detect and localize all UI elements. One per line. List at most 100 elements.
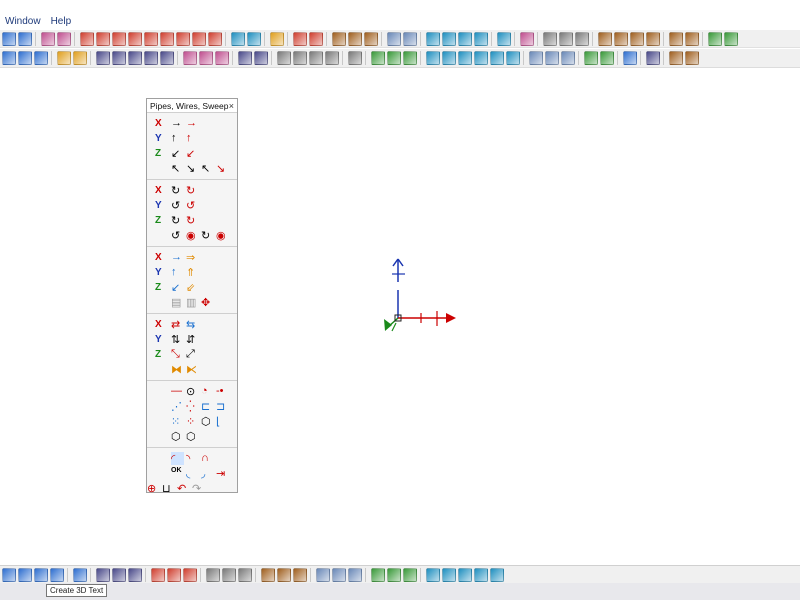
redo-icon[interactable]: ↷	[192, 482, 205, 495]
pipe-a-icon[interactable]: ⊏	[201, 400, 214, 413]
tb2-tool-icon[interactable]	[600, 51, 614, 65]
mirror-a-icon[interactable]: ⧓	[171, 363, 184, 376]
dash-node-icon[interactable]: -•	[216, 385, 229, 398]
undo-icon[interactable]: ↶	[177, 482, 190, 495]
tb1-tool-icon[interactable]	[176, 31, 190, 46]
tb2-tool-icon[interactable]	[371, 51, 385, 65]
tb3-tool-icon[interactable]	[474, 567, 488, 582]
tb3-tool-icon[interactable]	[490, 567, 504, 582]
tb1-tool-icon[interactable]	[160, 31, 174, 46]
tb2-tool-icon[interactable]	[506, 51, 520, 65]
cube-b-icon[interactable]: ⬡	[171, 430, 184, 443]
arrow-up-red-icon[interactable]: ↑	[186, 132, 199, 145]
tb3-tool-icon[interactable]	[206, 567, 220, 582]
tb2-tool-icon[interactable]	[183, 51, 197, 65]
tb3-tool-icon[interactable]	[261, 567, 275, 582]
tb2-tool-icon[interactable]	[325, 51, 339, 65]
tb2-tool-icon[interactable]	[293, 51, 307, 65]
tb2-tool-icon[interactable]	[490, 51, 504, 65]
tb2-tool-icon[interactable]	[646, 51, 660, 65]
tb1-tool-icon[interactable]	[426, 31, 440, 46]
tb3-tool-icon[interactable]	[112, 567, 126, 582]
tb2-tool-icon[interactable]	[458, 51, 472, 65]
zoom-icon[interactable]: ⊕	[147, 482, 160, 495]
close-icon[interactable]: ×	[229, 101, 234, 111]
tb1-tool-icon[interactable]	[708, 31, 722, 46]
tb2-tool-icon[interactable]	[238, 51, 252, 65]
move-diag-icon[interactable]: ↙	[171, 281, 184, 294]
tb1-tool-icon[interactable]	[630, 31, 644, 46]
tb1-tool-icon[interactable]	[2, 31, 16, 46]
panel-title-bar[interactable]: Pipes, Wires, Sweep ×	[147, 99, 237, 113]
tb1-tool-icon[interactable]	[614, 31, 628, 46]
sweep-c-icon[interactable]: ∩	[201, 452, 214, 465]
tb2-tool-icon[interactable]	[57, 51, 71, 65]
scale-z-2-icon[interactable]: ⤢	[186, 348, 199, 361]
tb3-tool-icon[interactable]	[167, 567, 181, 582]
tb2-tool-icon[interactable]	[529, 51, 543, 65]
tb1-tool-icon[interactable]	[458, 31, 472, 46]
tb2-tool-icon[interactable]	[96, 51, 110, 65]
tb1-tool-icon[interactable]	[208, 31, 222, 46]
tb2-tool-icon[interactable]	[309, 51, 323, 65]
tb1-tool-icon[interactable]	[497, 31, 511, 46]
tb1-tool-icon[interactable]	[144, 31, 158, 46]
tb3-tool-icon[interactable]	[18, 567, 32, 582]
tb1-tool-icon[interactable]	[575, 31, 589, 46]
tb1-tool-icon[interactable]	[646, 31, 660, 46]
tb1-tool-icon[interactable]	[112, 31, 126, 46]
sweep-e-icon[interactable]: ◞	[201, 467, 214, 480]
tb2-tool-icon[interactable]	[73, 51, 87, 65]
tb3-tool-icon[interactable]	[332, 567, 346, 582]
tb2-tool-icon[interactable]	[215, 51, 229, 65]
move-up-icon[interactable]: ↑	[171, 266, 184, 279]
arrow-diag-red-icon[interactable]: ↙	[186, 147, 199, 160]
tb2-tool-icon[interactable]	[34, 51, 48, 65]
tb1-tool-icon[interactable]	[231, 31, 245, 46]
dots-a-icon[interactable]: ⋰	[171, 400, 184, 413]
tb3-tool-icon[interactable]	[277, 567, 291, 582]
tb3-tool-icon[interactable]	[458, 567, 472, 582]
tb1-tool-icon[interactable]	[309, 31, 323, 46]
move-a-icon[interactable]: ▤	[171, 296, 184, 309]
sweep-a-icon[interactable]: ◜	[171, 452, 184, 465]
sweep-b-icon[interactable]: ◝	[186, 452, 199, 465]
dots-c-icon[interactable]: ⁙	[171, 415, 184, 428]
tb1-tool-icon[interactable]	[128, 31, 142, 46]
tb1-tool-icon[interactable]	[598, 31, 612, 46]
tb3-tool-icon[interactable]	[371, 567, 385, 582]
elbow-a-icon[interactable]: ⌊	[216, 415, 229, 428]
rotate-b-icon[interactable]: ◉	[186, 229, 199, 242]
rotate-cw-icon[interactable]: ↺	[171, 199, 184, 212]
scale-y-2-icon[interactable]: ⇵	[186, 333, 199, 346]
sweep-f-icon[interactable]: ⇥	[216, 467, 229, 480]
tb3-tool-icon[interactable]	[293, 567, 307, 582]
tb1-tool-icon[interactable]	[293, 31, 307, 46]
tb1-tool-icon[interactable]	[724, 31, 738, 46]
line-node-icon[interactable]: —	[171, 385, 184, 398]
move-b-icon[interactable]: ▥	[186, 296, 199, 309]
tb2-tool-icon[interactable]	[403, 51, 417, 65]
tb3-tool-icon[interactable]	[73, 567, 87, 582]
dots-b-icon[interactable]: ⁛	[186, 400, 199, 413]
tb3-tool-icon[interactable]	[442, 567, 456, 582]
tb2-tool-icon[interactable]	[112, 51, 126, 65]
tb2-tool-icon[interactable]	[584, 51, 598, 65]
rotate-d-icon[interactable]: ◉	[216, 229, 229, 242]
tb3-tool-icon[interactable]	[316, 567, 330, 582]
rotate-ccw-icon[interactable]: ↻	[171, 184, 184, 197]
tb1-tool-icon[interactable]	[685, 31, 699, 46]
tb2-tool-icon[interactable]	[199, 51, 213, 65]
tb1-tool-icon[interactable]	[474, 31, 488, 46]
tb3-tool-icon[interactable]	[387, 567, 401, 582]
sweep-d-icon[interactable]: ◟	[186, 467, 199, 480]
rotate-ccw-red-icon[interactable]: ↻	[186, 184, 199, 197]
tb1-tool-icon[interactable]	[348, 31, 362, 46]
tb2-tool-icon[interactable]	[474, 51, 488, 65]
tb1-tool-icon[interactable]	[80, 31, 94, 46]
tb3-tool-icon[interactable]	[128, 567, 142, 582]
tb3-tool-icon[interactable]	[426, 567, 440, 582]
tb1-tool-icon[interactable]	[96, 31, 110, 46]
rotate-z-red-icon[interactable]: ↻	[186, 214, 199, 227]
rotate-z-icon[interactable]: ↻	[171, 214, 184, 227]
